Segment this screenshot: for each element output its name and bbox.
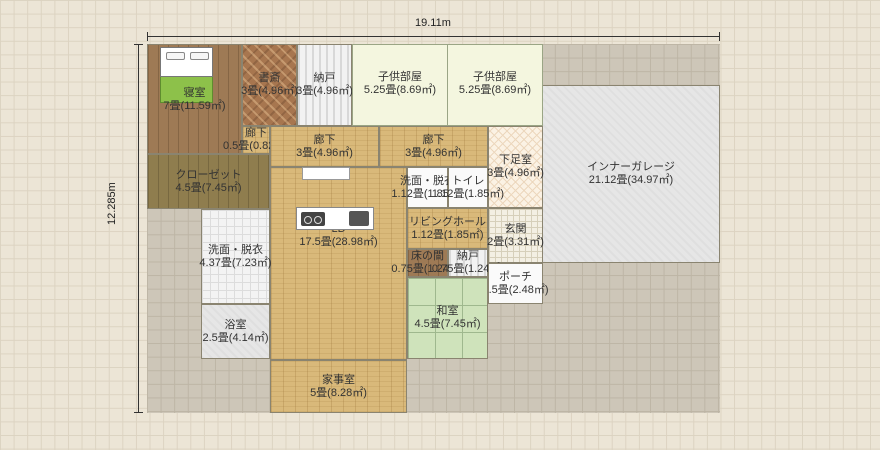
room-area: 2.5畳(4.14㎡) [202,331,269,344]
room-area: 3畳(4.96㎡) [487,167,544,179]
room-name: 洗面・脱衣 [400,174,455,187]
room-name: 子供部屋 [378,71,422,83]
height-dimension-line [134,44,143,413]
room-name: 寝室 [183,87,206,99]
room-area: 1.12畳(1.85㎡) [411,228,484,241]
room-area: 5畳(8.28㎡) [310,386,367,399]
room-area: 1.12畳(1.85㎡) [431,187,505,200]
room-name: 家事室 [322,373,355,386]
room-name: 廊下 [245,127,267,139]
room-area: 1.5畳(2.48㎡) [482,283,549,296]
room-living-hall[interactable]: リビングホール 1.12畳(1.85㎡) [407,208,488,249]
room-porch[interactable]: ポーチ 1.5畳(2.48㎡) [482,263,549,304]
room-name: リビングホール [409,215,486,228]
room-washroom-2[interactable]: 洗面・脱衣 4.37畳(7.23㎡) [199,209,272,304]
room-study[interactable]: 書斎 3畳(4.96㎡) [241,44,298,126]
bed-headboard [160,47,213,77]
room-name: ポーチ [499,270,532,283]
height-dimension-label: 12.285m [106,182,118,225]
width-dimension-label: 19.11m [415,17,451,29]
room-name: 和室 [436,305,459,317]
room-name: 浴室 [224,318,247,331]
room-name: クローゼット [175,168,242,181]
room-entrance[interactable]: 玄関 2畳(3.31㎡) [487,208,544,263]
room-storage[interactable]: 納戸 3畳(4.96㎡) [296,44,353,126]
room-name: 廊下 [313,134,336,146]
room-name: 納戸 [457,250,479,262]
sink-icon [349,211,369,226]
pillow-icon [190,52,209,60]
room-name: 納戸 [313,72,336,84]
pillow-icon [166,52,185,60]
room-name: 下足室 [499,154,532,166]
kitchen-counter [302,167,350,180]
room-area: 3畳(4.96㎡) [296,147,353,159]
stove-icon [301,212,325,226]
room-name: 子供部屋 [473,71,517,83]
room-name: 床の間 [411,250,444,262]
room-area: 17.5畳(28.98㎡) [299,236,378,248]
room-area: 21.12畳(34.97㎡) [588,174,674,186]
room-utility[interactable]: 家事室 5畳(8.28㎡) [270,360,407,413]
room-closet[interactable]: クローゼット 4.5畳(7.45㎡) [147,154,270,209]
room-hall-1[interactable]: 廊下 3畳(4.96㎡) [270,126,379,167]
room-name: 廊下 [422,134,445,146]
room-name: 玄関 [504,222,527,235]
room-washitsu[interactable]: 和室 4.5畳(7.45㎡) [407,277,488,359]
room-area: 5.25畳(8.69㎡) [363,84,437,96]
room-area: 3畳(4.96㎡) [405,147,462,159]
room-hall-2[interactable]: 廊下 3畳(4.96㎡) [379,126,488,167]
room-toilet[interactable]: トイレ 1.12畳(1.85㎡) [432,167,504,208]
room-area: 5.25畳(8.69㎡) [458,84,532,96]
room-area: 4.37畳(7.23㎡) [199,256,272,269]
room-kids-2[interactable]: 子供部屋 5.25畳(8.69㎡) [447,44,543,126]
room-bath[interactable]: 浴室 2.5畳(4.14㎡) [201,304,270,359]
room-garage[interactable]: インナーガレージ 21.12畳(34.97㎡) [542,85,720,263]
room-storage-2[interactable]: 納戸 0.75畳(1.24㎡) [432,249,504,277]
room-area: 3畳(4.96㎡) [296,85,353,97]
room-name: 洗面・脱衣 [208,243,263,256]
room-name: インナーガレージ [587,161,675,173]
room-hall-small[interactable]: 廊下 0.5畳(0.82㎡) [223,126,289,154]
room-area: 4.5畳(7.45㎡) [175,181,242,194]
room-area: 7畳(11.59㎡) [163,100,226,112]
room-name: 書斎 [258,72,281,84]
room-area: 2畳(3.31㎡) [487,235,544,248]
room-area: 3畳(4.96㎡) [241,85,298,97]
room-area: 4.5畳(7.45㎡) [414,318,481,330]
width-dimension-line [147,32,720,41]
room-ld[interactable]: LD 17.5畳(28.98㎡) [270,167,407,360]
room-name: トイレ [451,174,485,187]
room-kids-1[interactable]: 子供部屋 5.25畳(8.69㎡) [352,44,448,126]
